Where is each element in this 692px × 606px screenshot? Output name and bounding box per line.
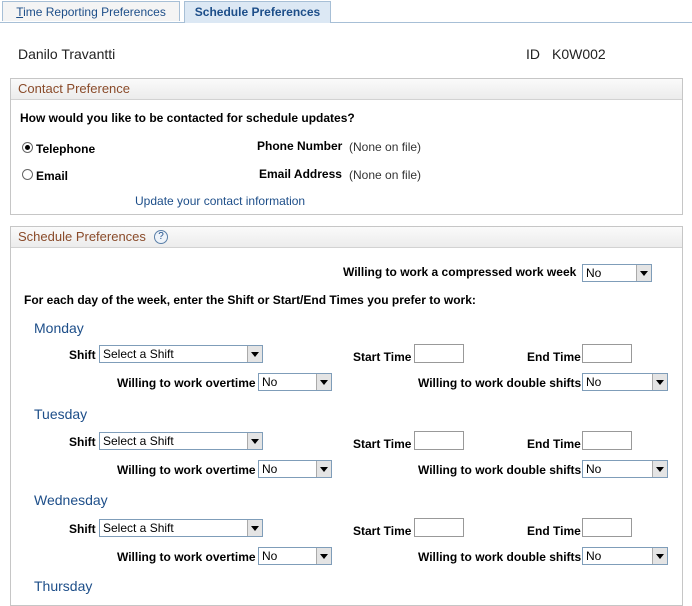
double-shifts-select-wednesday[interactable]: No bbox=[582, 547, 668, 565]
double-shifts-value: No bbox=[586, 549, 602, 563]
double-shifts-value: No bbox=[586, 375, 602, 389]
start-time-input-monday[interactable] bbox=[414, 344, 464, 363]
overtime-select-wednesday[interactable]: No bbox=[258, 547, 332, 565]
day-heading-wednesday: Wednesday bbox=[34, 492, 108, 508]
overtime-label: Willing to work overtime bbox=[117, 376, 256, 390]
shift-label: Shift bbox=[69, 435, 96, 449]
chevron-down-icon bbox=[247, 346, 262, 362]
compressed-week-label: Willing to work a compressed work week bbox=[343, 265, 577, 279]
shift-value: Select a Shift bbox=[103, 434, 174, 448]
chevron-down-icon bbox=[247, 520, 262, 536]
shift-select-tuesday[interactable]: Select a Shift bbox=[99, 432, 263, 450]
employee-name: Danilo Travantti bbox=[18, 46, 116, 62]
day-heading-monday: Monday bbox=[34, 320, 84, 336]
start-time-label: Start Time bbox=[353, 350, 412, 364]
update-contact-link[interactable]: Update your contact information bbox=[135, 194, 305, 208]
shift-label: Shift bbox=[69, 348, 96, 362]
end-time-label: End Time bbox=[527, 524, 581, 538]
chevron-down-icon bbox=[652, 548, 667, 564]
tab-label: ime Reporting Preferences bbox=[23, 5, 166, 19]
start-time-input-wednesday[interactable] bbox=[414, 518, 464, 537]
help-icon[interactable]: ? bbox=[154, 230, 168, 244]
overtime-value: No bbox=[262, 549, 278, 563]
tab-time-reporting-preferences[interactable]: Time Reporting Preferences bbox=[2, 1, 180, 21]
phone-number-value: (None on file) bbox=[349, 140, 422, 154]
double-shifts-label: Willing to work double shifts bbox=[418, 463, 582, 477]
overtime-value: No bbox=[262, 462, 278, 476]
schedule-preferences-group: Schedule Preferences ? Willing to work a… bbox=[10, 226, 683, 606]
tab-schedule-preferences[interactable]: Schedule Preferences bbox=[184, 1, 331, 23]
day-heading-thursday: Thursday bbox=[34, 578, 93, 594]
phone-number-label: Phone Number bbox=[257, 139, 343, 153]
telephone-label: Telephone bbox=[36, 142, 96, 156]
id-label: ID bbox=[526, 46, 540, 62]
double-shifts-select-monday[interactable]: No bbox=[582, 373, 668, 391]
schedule-preferences-header: Schedule Preferences bbox=[11, 227, 682, 248]
start-time-label: Start Time bbox=[353, 437, 412, 451]
double-shifts-label: Willing to work double shifts bbox=[418, 550, 582, 564]
email-address-label: Email Address bbox=[259, 167, 342, 181]
shift-value: Select a Shift bbox=[103, 521, 174, 535]
schedule-preferences-title: Schedule Preferences bbox=[18, 229, 146, 244]
day-heading-tuesday: Tuesday bbox=[34, 406, 88, 422]
contact-question: How would you like to be contacted for s… bbox=[20, 111, 355, 125]
overtime-label: Willing to work overtime bbox=[117, 550, 256, 564]
chevron-down-icon bbox=[316, 461, 331, 477]
chevron-down-icon bbox=[316, 548, 331, 564]
end-time-label: End Time bbox=[527, 350, 581, 364]
shift-select-monday[interactable]: Select a Shift bbox=[99, 345, 263, 363]
id-value: K0W002 bbox=[552, 46, 606, 62]
contact-preference-group: Contact Preference How would you like to… bbox=[10, 78, 683, 215]
double-shifts-label: Willing to work double shifts bbox=[418, 376, 582, 390]
shift-select-wednesday[interactable]: Select a Shift bbox=[99, 519, 263, 537]
contact-preference-title: Contact Preference bbox=[11, 79, 682, 100]
shift-label: Shift bbox=[69, 522, 96, 536]
email-address-value: (None on file) bbox=[349, 168, 422, 182]
double-shifts-select-tuesday[interactable]: No bbox=[582, 460, 668, 478]
compressed-week-select[interactable]: No bbox=[582, 264, 652, 282]
radio-email[interactable] bbox=[22, 169, 33, 180]
end-time-input-tuesday[interactable] bbox=[582, 431, 632, 450]
overtime-value: No bbox=[262, 375, 278, 389]
start-time-input-tuesday[interactable] bbox=[414, 431, 464, 450]
tab-bar: Time Reporting Preferences Schedule Pref… bbox=[0, 0, 692, 23]
chevron-down-icon bbox=[652, 461, 667, 477]
overtime-label: Willing to work overtime bbox=[117, 463, 256, 477]
start-time-label: Start Time bbox=[353, 524, 412, 538]
instructions-text: For each day of the week, enter the Shif… bbox=[24, 293, 476, 307]
end-time-label: End Time bbox=[527, 437, 581, 451]
end-time-input-monday[interactable] bbox=[582, 344, 632, 363]
overtime-select-monday[interactable]: No bbox=[258, 373, 332, 391]
double-shifts-value: No bbox=[586, 462, 602, 476]
compressed-week-value: No bbox=[586, 266, 602, 280]
chevron-down-icon bbox=[636, 265, 651, 281]
email-label: Email bbox=[36, 169, 69, 183]
end-time-input-wednesday[interactable] bbox=[582, 518, 632, 537]
chevron-down-icon bbox=[316, 374, 331, 390]
chevron-down-icon bbox=[247, 433, 262, 449]
shift-value: Select a Shift bbox=[103, 347, 174, 361]
radio-telephone[interactable] bbox=[22, 142, 33, 153]
chevron-down-icon bbox=[652, 374, 667, 390]
overtime-select-tuesday[interactable]: No bbox=[258, 460, 332, 478]
